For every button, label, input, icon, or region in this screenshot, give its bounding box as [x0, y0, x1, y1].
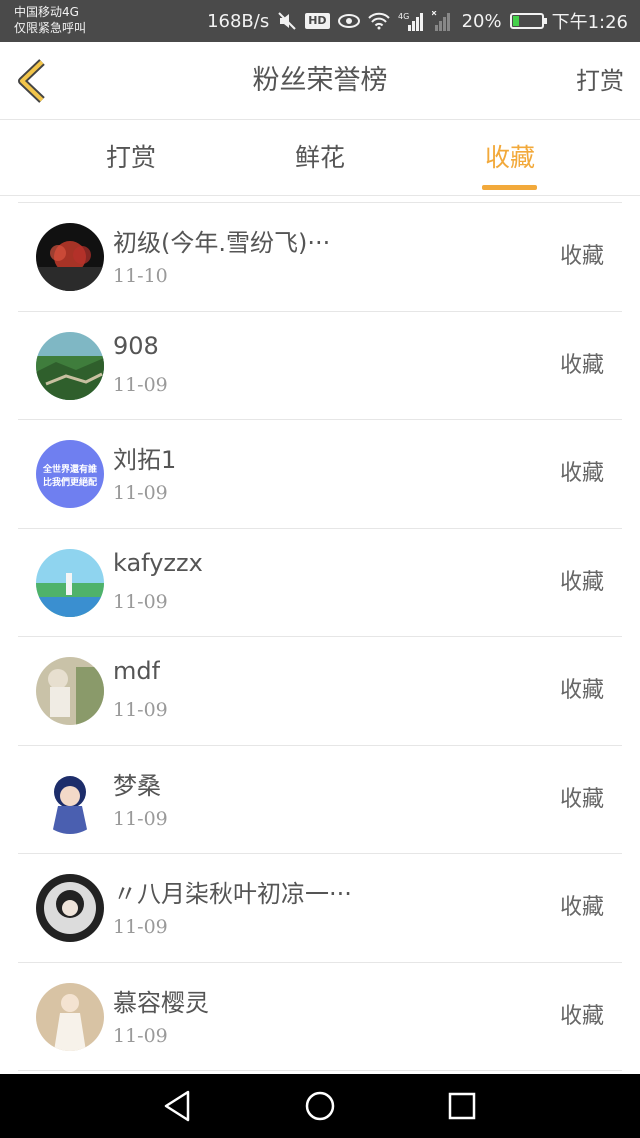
- avatar-text-line-1: 全世界還有誰: [42, 463, 97, 475]
- home-circle-icon: [305, 1091, 335, 1121]
- user-name: 刘拓1: [113, 446, 177, 474]
- nav-recents-button[interactable]: [444, 1088, 480, 1124]
- avatar: [36, 874, 104, 942]
- item-date: 11-09: [113, 916, 168, 938]
- wifi-icon: [367, 12, 390, 30]
- carrier-info: 中国移动4G 仅限紧急呼叫: [14, 4, 86, 36]
- list-item[interactable]: kafyzzx 11-09 收藏: [18, 529, 622, 637]
- user-name: 〃八月柒秋叶初凉一···: [113, 880, 352, 908]
- user-name: kafyzzx: [113, 548, 203, 577]
- list-item[interactable]: 梦桑 11-09 收藏: [18, 746, 622, 854]
- signal-4g-icon: 4G: [398, 11, 424, 31]
- avatar: [36, 982, 104, 1051]
- back-triangle-icon: [164, 1090, 190, 1122]
- eye-icon: [337, 13, 360, 29]
- user-name: 908: [113, 331, 159, 360]
- clock: 下午1:26: [551, 12, 628, 33]
- item-date: 11-09: [113, 482, 168, 504]
- battery-icon: [509, 13, 547, 29]
- network-speed: 168B/s: [207, 10, 270, 32]
- avatar: [36, 765, 104, 834]
- item-date: 11-09: [113, 590, 168, 613]
- item-date: 11-09: [113, 699, 168, 721]
- mute-icon: [277, 11, 297, 31]
- carrier-label: 中国移动4G: [14, 5, 79, 19]
- screen: 中国移动4G 仅限紧急呼叫 168B/s HD 4G 20% 下午1:26 粉丝…: [0, 0, 640, 1138]
- user-name: 慕容樱灵: [113, 988, 209, 1017]
- fan-list[interactable]: 初级(今年.雪纷飞)··· 11-10 收藏 908 11-09 收藏 全世界還…: [18, 202, 622, 1074]
- avatar: [36, 331, 104, 400]
- item-date: 11-10: [113, 265, 168, 287]
- item-type: 收藏: [559, 786, 604, 812]
- item-date: 11-09: [113, 373, 168, 396]
- item-type: 收藏: [559, 244, 604, 269]
- avatar: [36, 657, 104, 725]
- status-icons: 168B/s HD 4G 20% 下午1:26: [207, 0, 628, 42]
- list-item[interactable]: 慕容樱灵 11-09 收藏: [18, 963, 622, 1071]
- item-type: 收藏: [559, 352, 604, 378]
- avatar: [36, 548, 104, 617]
- list-item[interactable]: 全世界還有誰 比我們更絕配 刘拓1 11-09 收藏: [18, 420, 622, 529]
- item-type: 收藏: [559, 678, 604, 703]
- item-date: 11-09: [113, 1024, 168, 1047]
- item-type: 收藏: [559, 1003, 604, 1029]
- battery-percent: 20%: [461, 10, 502, 32]
- avatar: 全世界還有誰 比我們更絕配: [36, 440, 104, 508]
- list-item[interactable]: 初级(今年.雪纷飞)··· 11-10 收藏: [18, 203, 622, 312]
- nav-back-button[interactable]: [160, 1088, 196, 1124]
- hd-icon: HD: [305, 13, 330, 29]
- item-type: 收藏: [559, 461, 604, 486]
- app-header: 粉丝荣誉榜 打赏: [0, 42, 640, 120]
- user-name: 初级(今年.雪纷飞)···: [113, 229, 331, 257]
- list-item[interactable]: 〃八月柒秋叶初凉一··· 11-09 收藏: [18, 854, 622, 963]
- tab-flowers[interactable]: 鲜花: [245, 120, 395, 196]
- emergency-label: 仅限紧急呼叫: [14, 21, 87, 35]
- item-type: 收藏: [559, 569, 604, 595]
- tab-reward[interactable]: 打赏: [56, 120, 206, 196]
- active-tab-indicator: [482, 185, 537, 190]
- list-item[interactable]: 908 11-09 收藏: [18, 312, 622, 420]
- item-type: 收藏: [559, 895, 604, 920]
- system-nav-bar: [0, 1074, 640, 1138]
- page-title: 粉丝荣誉榜: [252, 65, 388, 96]
- user-name: mdf: [113, 657, 161, 685]
- avatar-text-line-2: 比我們更絕配: [43, 476, 97, 488]
- item-date: 11-09: [113, 807, 168, 830]
- recents-square-icon: [448, 1092, 476, 1120]
- tab-bar: 打赏 鲜花 收藏: [0, 120, 640, 196]
- list-item[interactable]: mdf 11-09 收藏: [18, 637, 622, 746]
- status-bar: 中国移动4G 仅限紧急呼叫 168B/s HD 4G 20% 下午1:26: [0, 0, 640, 42]
- reward-button[interactable]: 打赏: [576, 42, 624, 120]
- signal-empty-icon: [431, 11, 454, 31]
- nav-home-button[interactable]: [302, 1088, 338, 1124]
- svg-text:4G: 4G: [398, 12, 409, 21]
- user-name: 梦桑: [113, 771, 161, 800]
- avatar: [36, 223, 104, 291]
